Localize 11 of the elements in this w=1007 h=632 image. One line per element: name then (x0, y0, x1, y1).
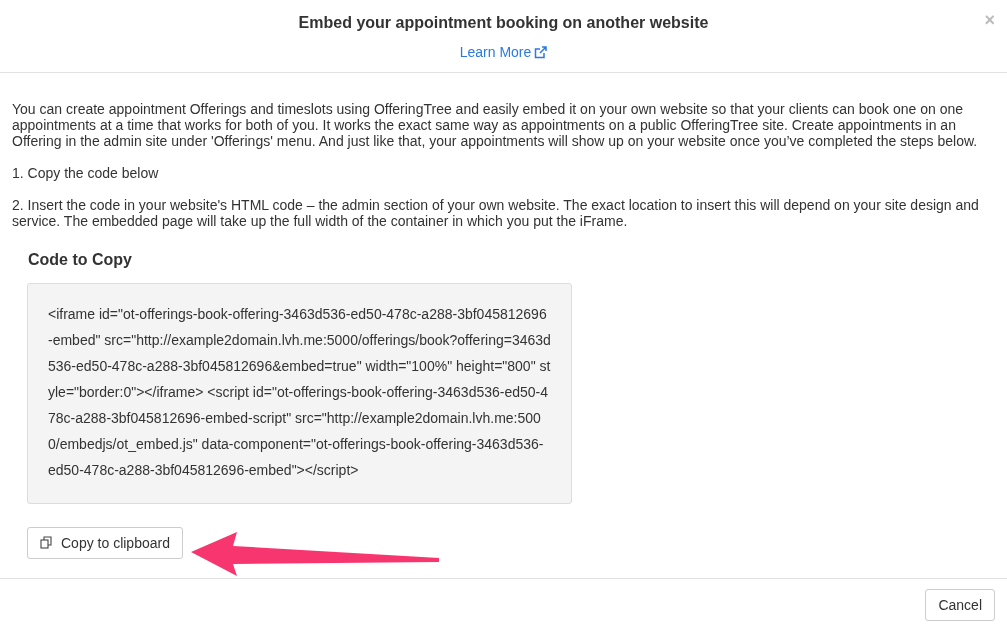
intro-text: You can create appointment Offerings and timeslots using OfferingTree and easily embed it on your own website so that your clients can book one on one appointments at a time that works for both of you. It works the exact same way as appointments on a public OfferingTree site. Create appointments in an Offering in the admin site under 'Offerings' menu. And just like that, your appointments will show up on your website once you’ve completed the steps below. (12, 100, 979, 149)
code-block: <iframe id="ot-offerings-book-offering-3463d536-ed50-478c-a288-3bf045812696-embed" src="http://example2domain.lvh.me:5000/offerings/book?offering=3463d536-ed50-478c-a288-3bf045812696&embed=true" width="100%" height="800" style="border:0"></iframe> <script id="ot-offerings-book-offering-3463d536-ed50-478c-a288-3bf045812696-embed-script" src="http://example2domain.lvh.me:5000/embedjs/ot_embed.js" data-component="ot-offerings-book-offering-3463d536-ed50-478c-a288-3bf045812696-embed"></script> (27, 282, 572, 504)
copy-icon (40, 536, 53, 550)
step-text: 1. Copy the code below (12, 164, 160, 181)
cancel-button[interactable]: Cancel (925, 589, 995, 622)
copy-button[interactable]: Copy to clipboard (27, 526, 183, 559)
code-heading: Code to Copy (28, 250, 133, 269)
step-text: 2. Insert the code in your website's HTML code – the admin section of your own website. The exact location to insert this will depend on your site design and service. The embedded page will take up the full width of the container in which you put the iFrame. (12, 196, 980, 229)
dialog-title: Embed your appointment booking on another website (298, 14, 709, 32)
learn-more-link[interactable]: Learn More (459, 44, 548, 60)
external-link-icon (534, 45, 548, 59)
